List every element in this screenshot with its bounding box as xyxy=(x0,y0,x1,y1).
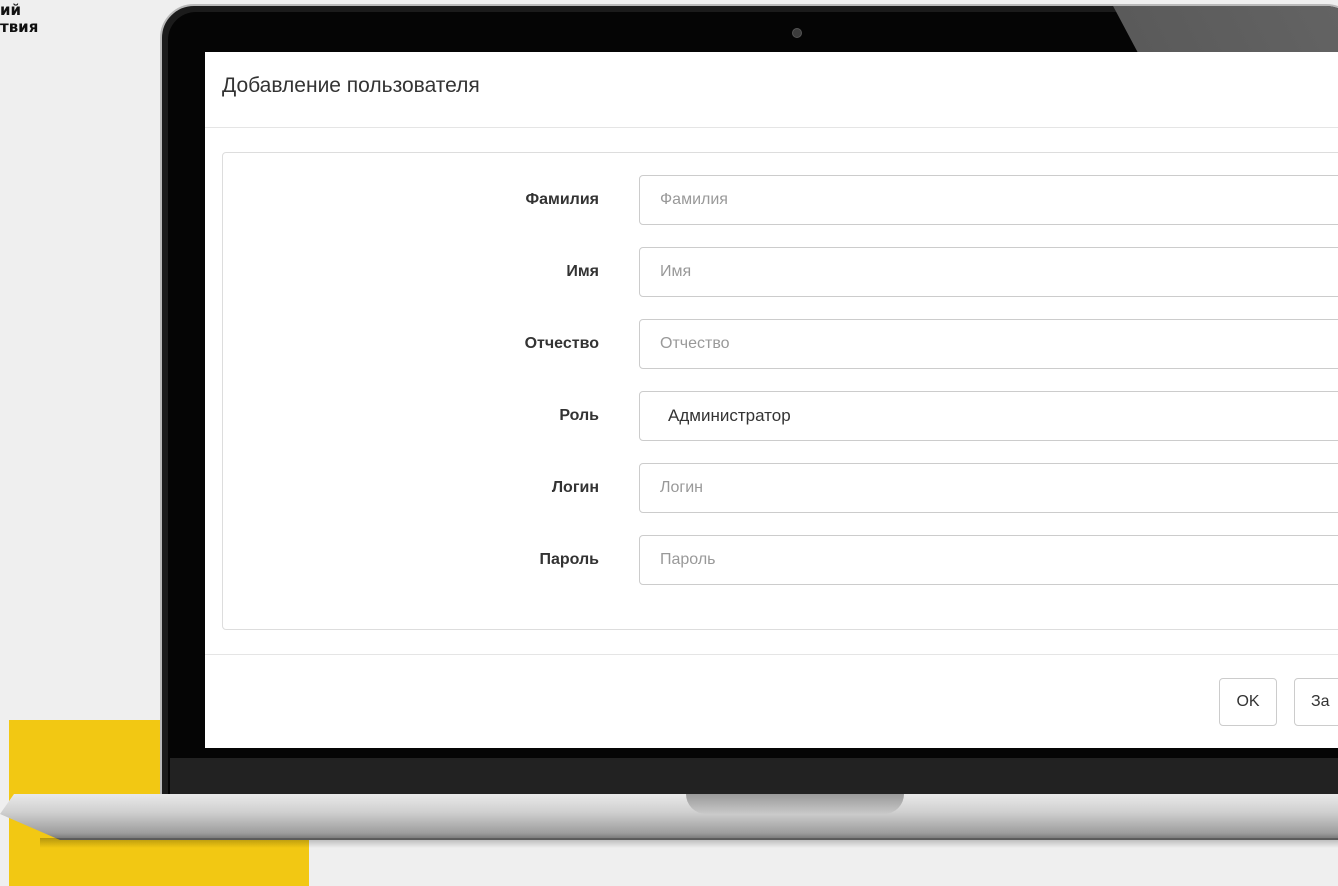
ok-button[interactable]: OK xyxy=(1219,678,1277,726)
role-select[interactable]: Администратор xyxy=(639,391,1338,441)
patronymic-label: Отчество xyxy=(524,335,599,352)
form-row-role: Роль Администратор xyxy=(223,391,1338,441)
form-row-last-name: Фамилия xyxy=(223,175,1338,225)
first-name-input[interactable] xyxy=(639,247,1338,297)
login-label: Логин xyxy=(551,479,599,496)
patronymic-input[interactable] xyxy=(639,319,1338,369)
laptop-opening-notch xyxy=(686,794,904,814)
close-button[interactable]: За xyxy=(1294,678,1338,726)
password-input[interactable] xyxy=(639,535,1338,585)
password-label: Пароль xyxy=(539,551,599,568)
form-row-login: Логин xyxy=(223,463,1338,513)
modal-title: Добавление пользователя xyxy=(222,74,480,97)
first-name-label: Имя xyxy=(566,263,599,280)
laptop-base xyxy=(0,794,1338,840)
camera-icon xyxy=(792,28,802,38)
laptop-base-shadow xyxy=(40,838,1338,848)
role-label: Роль xyxy=(559,407,599,424)
modal-footer: OK За xyxy=(205,654,1338,748)
login-input[interactable] xyxy=(639,463,1338,513)
modal-header: Добавление пользователя xyxy=(205,52,1338,128)
last-name-label: Фамилия xyxy=(525,191,599,208)
corner-heading-fragment: ий твия xyxy=(0,2,120,36)
add-user-modal: Добавление пользователя Фамилия Имя Отче… xyxy=(205,52,1338,748)
form-row-first-name: Имя xyxy=(223,247,1338,297)
user-form-panel: Фамилия Имя Отчество Роль Администратор … xyxy=(222,152,1338,630)
last-name-input[interactable] xyxy=(639,175,1338,225)
form-row-patronymic: Отчество xyxy=(223,319,1338,369)
corner-heading-line-1: ий xyxy=(0,2,22,19)
form-row-password: Пароль xyxy=(223,535,1338,585)
corner-heading-line-2: твия xyxy=(0,18,39,36)
